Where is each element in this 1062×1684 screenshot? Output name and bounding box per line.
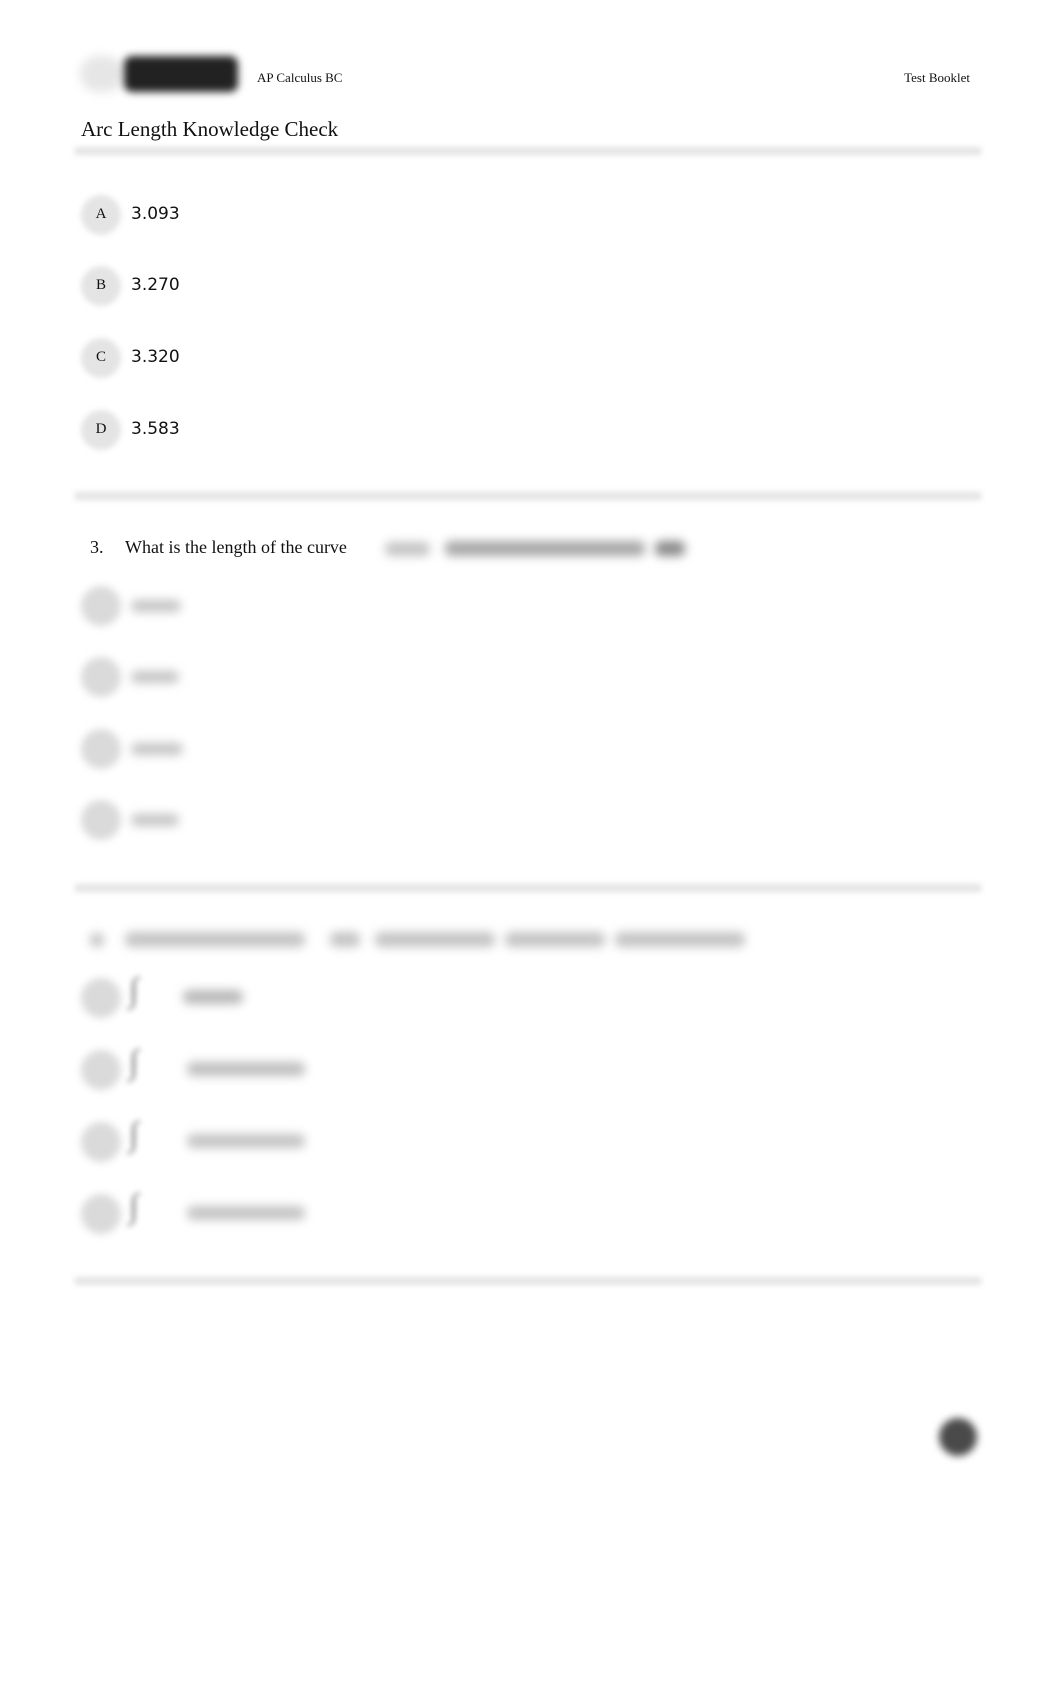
choice-bubble[interactable] [81,729,121,769]
choice-bubble[interactable] [81,1122,121,1162]
section-divider [74,1277,982,1285]
integral-icon: ∫ [129,1116,139,1153]
obscured-choice-text [187,1134,305,1148]
choice-bubble[interactable] [81,978,121,1018]
question-number: 3. [90,537,104,557]
answer-choice[interactable]: ∫ [81,1186,321,1242]
obscured-question-stem [85,928,745,952]
choice-bubble[interactable] [81,800,121,840]
section-divider [74,492,982,500]
integral-icon: ∫ [129,1044,139,1081]
answer-choice[interactable]: ∫ [81,970,321,1026]
obscured-choice-text [183,990,243,1004]
choice-text: 3.320 [131,347,180,367]
integral-icon: ∫ [129,1188,139,1225]
choice-text: 3.583 [131,419,180,439]
choice-text: 3.270 [131,275,180,295]
obscured-choice-text [131,814,179,826]
obscured-choice-text [187,1062,305,1076]
document-type: Test Booklet [904,70,970,85]
choice-letter: D [95,421,107,437]
section-divider [74,884,982,892]
course-name: AP Calculus BC [257,70,343,85]
section-divider [74,147,982,155]
answer-choice[interactable]: ∫ [81,1114,321,1170]
choice-letter: A [95,206,107,222]
question-stem: What is the length of the curve [125,537,347,557]
choice-bubble[interactable] [81,1050,121,1090]
choice-bubble[interactable] [81,586,121,626]
logo-mark [80,56,124,92]
obscured-choice-text [131,600,181,612]
obscured-choice-text [131,671,179,683]
integral-icon: ∫ [129,972,139,1009]
brand-logo [124,56,238,92]
choice-bubble[interactable] [81,657,121,697]
choice-bubble[interactable] [81,1194,121,1234]
answer-choice[interactable]: ∫ [81,1042,321,1098]
choice-letter: B [95,277,106,293]
obscured-formula [385,538,705,560]
choice-letter: C [95,349,106,365]
floating-circle-button[interactable] [939,1418,977,1456]
obscured-choice-text [187,1206,305,1220]
choice-text: 3.093 [131,204,180,224]
obscured-choice-text [131,743,183,755]
page-title: Arc Length Knowledge Check [81,117,339,141]
